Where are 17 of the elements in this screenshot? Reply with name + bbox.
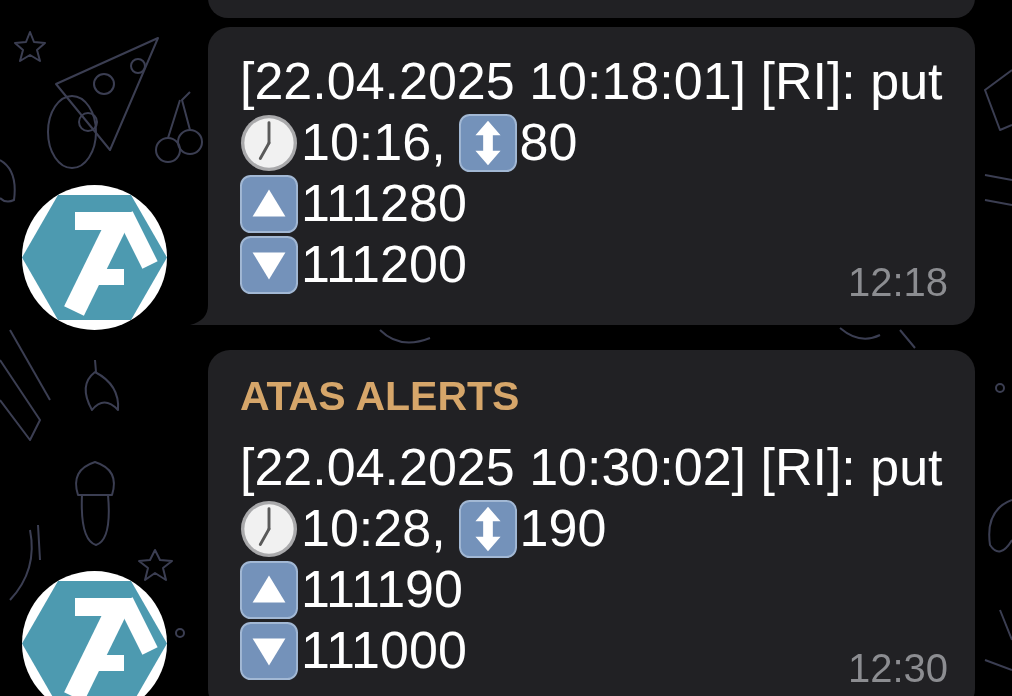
alert-text: [22.04.2025 10:18:01] [RI]: put bbox=[240, 51, 943, 112]
clock-icon bbox=[240, 113, 298, 172]
bar-time: 10:28, bbox=[301, 498, 446, 559]
up-value: 111280 bbox=[301, 173, 467, 234]
message-time: 12:18 bbox=[847, 262, 948, 302]
range-value: 190 bbox=[519, 498, 607, 559]
bar-time: 10:16, bbox=[301, 112, 446, 173]
avatar[interactable] bbox=[22, 571, 167, 696]
range-value: 80 bbox=[519, 112, 578, 173]
avatar[interactable] bbox=[22, 185, 167, 330]
sender-name[interactable]: ATAS ALERTS bbox=[240, 371, 520, 421]
clock-icon bbox=[240, 499, 298, 558]
message-time: 12:30 bbox=[847, 648, 948, 688]
up-value: 111190 bbox=[301, 559, 463, 620]
down-value: 111000 bbox=[301, 620, 467, 681]
down-value: 111200 bbox=[301, 234, 467, 295]
alert-text: [22.04.2025 10:30:02] [RI]: put bbox=[240, 437, 943, 498]
